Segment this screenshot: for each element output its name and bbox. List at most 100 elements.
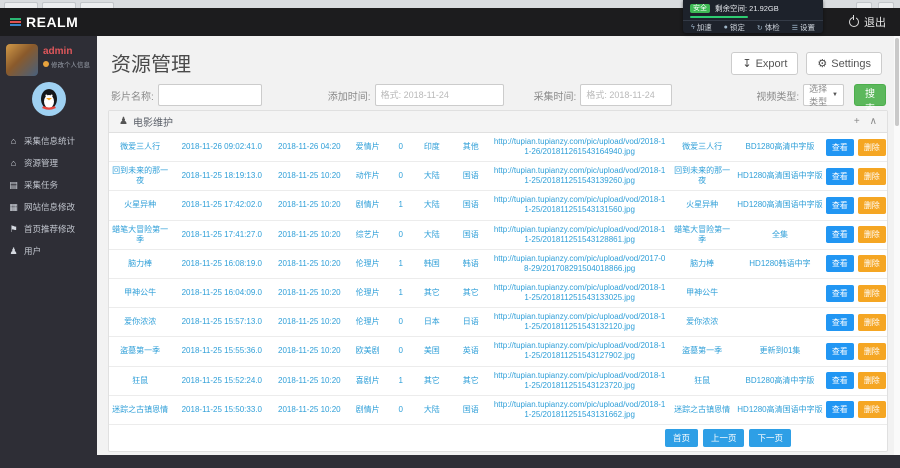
type-cell: 动作片 [355,171,380,181]
tray-action[interactable]: ☰ 设置 [792,22,815,33]
delete-button[interactable]: 删除 [857,313,886,331]
movie-name-link[interactable]: 回到未来的那一夜 [669,164,735,188]
sidebar-menu-item[interactable]: ⌂ 采集信息统计 [0,130,97,152]
movie-name-link[interactable]: 蜡笔大冒险第一季 [109,223,171,247]
view-button[interactable]: 查看 [825,284,854,302]
tray-action-label: 加速 [696,23,712,32]
gear-icon: ⚙ [817,58,828,70]
view-button[interactable]: 查看 [825,226,854,244]
movie-name-link[interactable]: 狂鼠 [669,374,735,388]
delete-button[interactable]: 删除 [857,255,886,273]
sidebar-item-label: 用户 [24,246,42,256]
first-page-button[interactable]: 首页 [664,428,698,447]
brand-logo[interactable]: REALM [0,14,78,30]
collapse-icon[interactable]: ∧ [870,116,877,127]
video-type-value: 选择类型 [809,84,828,107]
search-button[interactable]: 搜索 [854,84,886,115]
edit-profile-link[interactable]: 修改个人信息 [43,59,90,69]
next-page-button[interactable]: 下一页 [749,428,791,447]
view-button[interactable]: 查看 [825,372,854,390]
image-url-link[interactable]: http://tupian.tupianzy.com/pic/upload/vo… [490,398,669,422]
view-button[interactable]: 查看 [825,167,854,185]
sidebar-menu-item[interactable]: ▦ 网站信息修改 [0,196,97,218]
scrollbar[interactable] [894,36,900,455]
movie-name-link[interactable]: 脑力棒 [669,257,735,271]
sidebar-menu-item[interactable]: ⚑ 首页推荐修改 [0,218,97,240]
movie-name-link[interactable]: 甲神公牛 [669,286,735,300]
sidebar-menu-item[interactable]: ⌂ 资源管理 [0,152,97,174]
tray-action[interactable]: ϟ 加速 [691,22,712,33]
count-cell: 1 [398,258,403,268]
image-url-link[interactable]: http://tupian.tupianzy.com/pic/upload/vo… [490,310,669,334]
delete-button[interactable]: 删除 [857,372,886,390]
logout-button[interactable]: 退出 [849,8,886,36]
view-button[interactable]: 查看 [825,196,854,214]
delete-button[interactable]: 删除 [857,196,886,214]
movie-name-link[interactable]: 火星异种 [669,198,735,212]
image-url-link[interactable]: http://tupian.tupianzy.com/pic/upload/vo… [490,339,669,363]
settings-button[interactable]: ⚙ Settings [806,52,882,75]
download-icon: ↧ [742,58,752,70]
movie-name-link[interactable]: 爱你浓浓 [669,315,735,329]
movie-name-link[interactable]: 火星异种 [109,198,171,212]
delete-button[interactable]: 删除 [857,342,886,360]
count-cell: 1 [398,288,403,298]
quality-cell: HD1280高清国语中字版 [737,200,823,210]
tray-action[interactable]: ● 锁定 [724,22,745,33]
region-cell: 韩国 [423,258,440,268]
image-url-link[interactable]: http://tupian.tupianzy.com/pic/upload/vo… [490,164,669,188]
movie-name-link[interactable]: 爱你浓浓 [109,315,171,329]
view-button[interactable]: 查看 [825,313,854,331]
language-cell: 英语 [462,346,479,356]
image-url-link[interactable]: http://tupian.tupianzy.com/pic/upload/vo… [490,223,669,247]
movie-name-link[interactable]: 脑力棒 [109,257,171,271]
movie-name-link[interactable]: 迷踪之古镇恩情 [669,403,735,417]
region-cell: 印度 [423,142,440,152]
qq-avatar[interactable] [31,82,66,116]
movie-name-link[interactable]: 狂鼠 [109,374,171,388]
view-button[interactable]: 查看 [825,138,854,156]
image-url-link[interactable]: http://tupian.tupianzy.com/pic/upload/vo… [490,369,669,393]
table-row: 甲神公牛 2018-11-25 16:04:09.0 2018-11-25 10… [109,279,887,309]
sidebar-menu-item[interactable]: ♟ 用户 [0,240,97,262]
movie-name-link[interactable]: 甲神公牛 [109,286,171,300]
view-button[interactable]: 查看 [825,342,854,360]
chevron-down-icon: ▼ [832,92,838,98]
movie-name-link[interactable]: 蜡笔大冒险第一季 [669,223,735,247]
image-url-link[interactable]: http://tupian.tupianzy.com/pic/upload/vo… [490,252,669,276]
movie-name-link[interactable]: 盗墓第一季 [109,344,171,358]
delete-button[interactable]: 删除 [857,226,886,244]
movie-name-link[interactable]: 微爱三人行 [109,140,171,154]
image-url-link[interactable]: http://tupian.tupianzy.com/pic/upload/vo… [490,193,669,217]
language-cell: 国语 [462,229,479,239]
add-time-input[interactable] [374,84,504,106]
delete-button[interactable]: 删除 [857,138,886,156]
avatar[interactable] [6,44,38,76]
tray-action[interactable]: ↻ 体检 [757,22,780,33]
add-time-cell: 2018-11-25 16:04:09.0 [181,288,262,298]
add-icon[interactable]: + [854,116,860,127]
delete-button[interactable]: 删除 [857,167,886,185]
delete-button[interactable]: 删除 [857,401,886,419]
movie-name-link[interactable]: 微爱三人行 [669,140,735,154]
image-url-link[interactable]: http://tupian.tupianzy.com/pic/upload/vo… [490,135,669,159]
export-button[interactable]: ↧ Export [731,52,799,75]
view-button[interactable]: 查看 [825,401,854,419]
delete-button[interactable]: 删除 [857,284,886,302]
movie-name-link[interactable]: 迷踪之古镇恩情 [109,403,171,417]
view-button[interactable]: 查看 [825,255,854,273]
quality-cell [735,291,824,295]
language-cell: 国语 [462,200,479,210]
scrollbar-thumb[interactable] [895,38,899,126]
image-url-link[interactable]: http://tupian.tupianzy.com/pic/upload/vo… [490,281,669,305]
sidebar-menu-item[interactable]: ▤ 采集任务 [0,174,97,196]
user-icon: ♟ [119,116,128,127]
prev-page-button[interactable]: 上一页 [702,428,745,447]
panel-title: 电影维护 [132,118,173,129]
collect-time-input[interactable] [580,84,673,106]
movie-name-link[interactable]: 回到未来的那一夜 [109,164,171,188]
movie-name-input[interactable] [157,84,262,106]
movie-name-link[interactable]: 盗墓第一季 [669,344,735,358]
add-time-label: 添加时间: [327,91,371,103]
video-type-select[interactable]: 选择类型 ▼ [803,84,844,107]
